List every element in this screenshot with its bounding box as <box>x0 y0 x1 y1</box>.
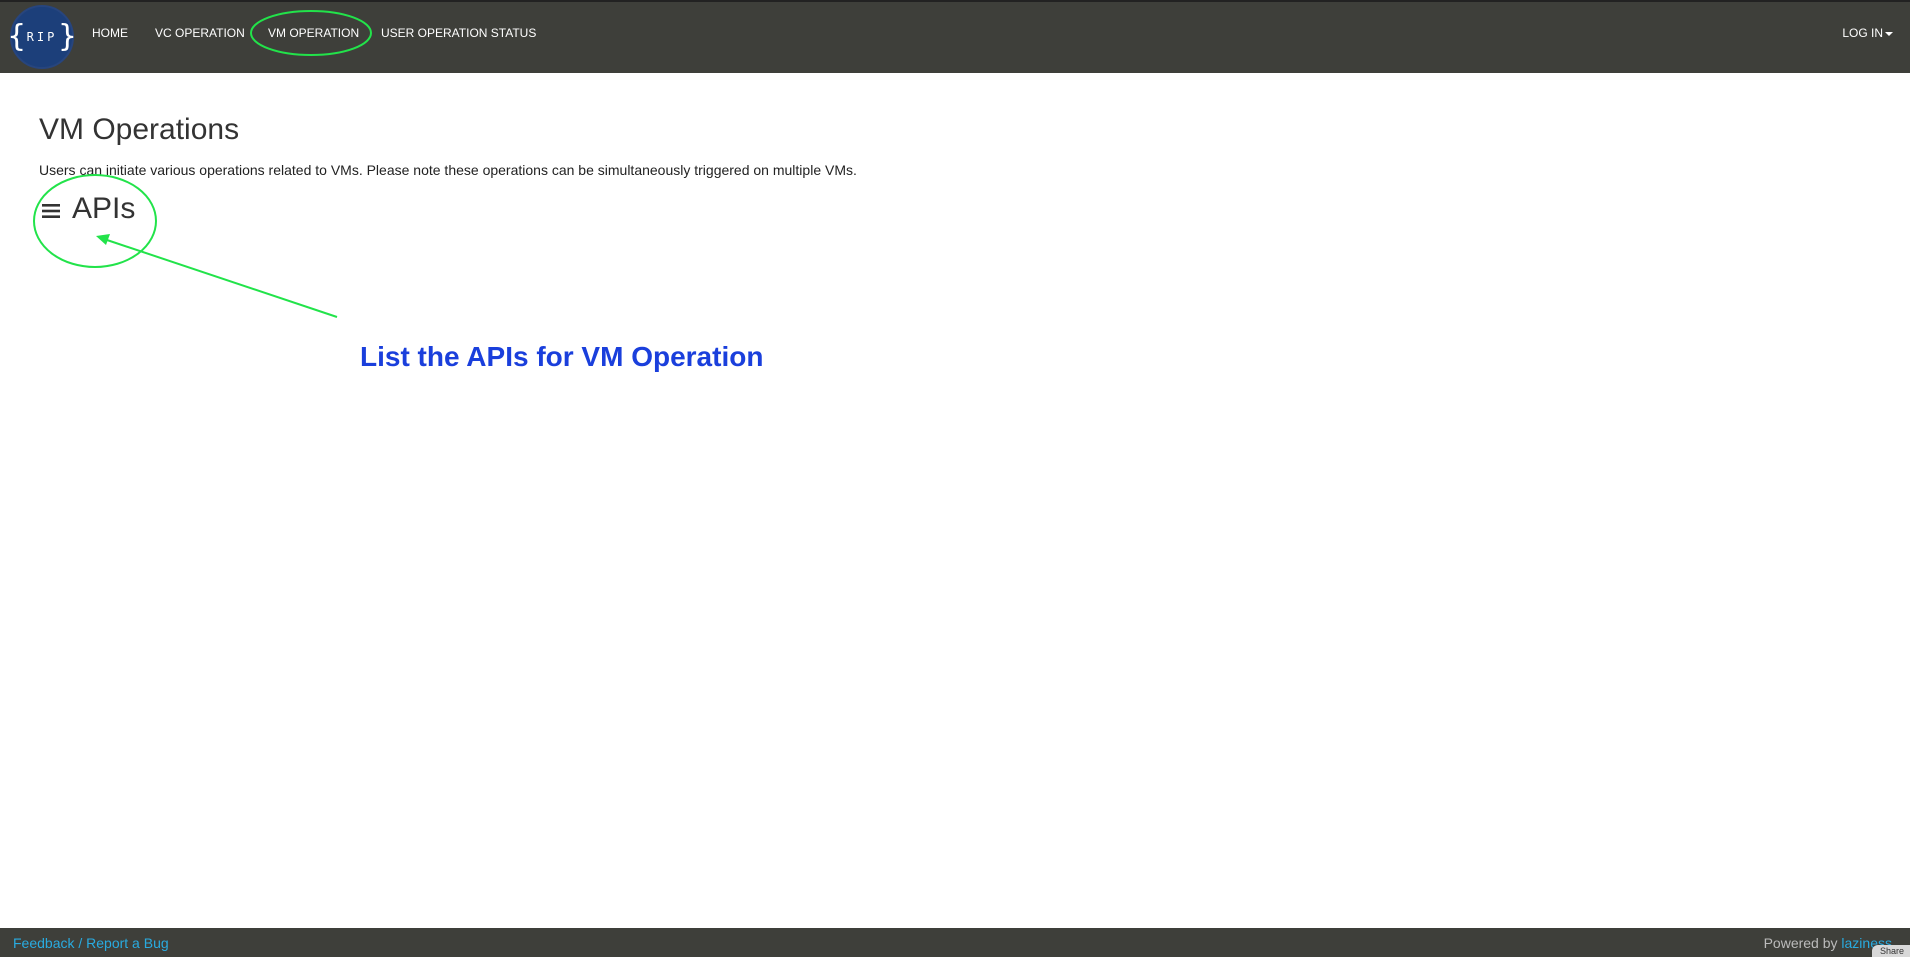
feedback-link[interactable]: Feedback / Report a Bug <box>13 935 169 951</box>
apis-heading: APIs <box>72 192 136 225</box>
rip-logo[interactable]: { RIP } <box>7 5 77 69</box>
nav-user-operation-status[interactable]: USER OPERATION STATUS <box>381 26 536 40</box>
login-label: LOG IN <box>1842 26 1883 40</box>
annotation-arrowhead <box>96 234 110 245</box>
logo-close-brace: } <box>58 19 77 54</box>
page-description: Users can initiate various operations re… <box>39 162 857 178</box>
apis-toggle[interactable]: APIs <box>42 192 135 226</box>
logo-text: RIP <box>26 30 58 44</box>
annotation-arrow-line <box>103 238 338 318</box>
top-navbar: { RIP } HOME VC OPERATION VM OPERATION U… <box>0 0 1910 73</box>
nav-vm-operation[interactable]: VM OPERATION <box>268 26 359 40</box>
powered-by-text: Powered by <box>1763 935 1838 951</box>
footer-bar: Feedback / Report a Bug Powered by lazin… <box>0 928 1910 957</box>
login-dropdown[interactable]: LOG IN <box>1842 26 1893 40</box>
logo-open-brace: { <box>7 19 26 54</box>
hamburger-menu-icon <box>42 204 60 218</box>
annotation-overlay <box>33 10 372 318</box>
annotation-caption: List the APIs for VM Operation <box>360 341 764 372</box>
nav-vc-operation[interactable]: VC OPERATION <box>155 26 245 40</box>
page-title: VM Operations <box>39 113 240 146</box>
caret-down-icon <box>1885 31 1893 36</box>
nav-home[interactable]: HOME <box>92 26 128 40</box>
share-tab[interactable]: Share <box>1872 945 1910 957</box>
